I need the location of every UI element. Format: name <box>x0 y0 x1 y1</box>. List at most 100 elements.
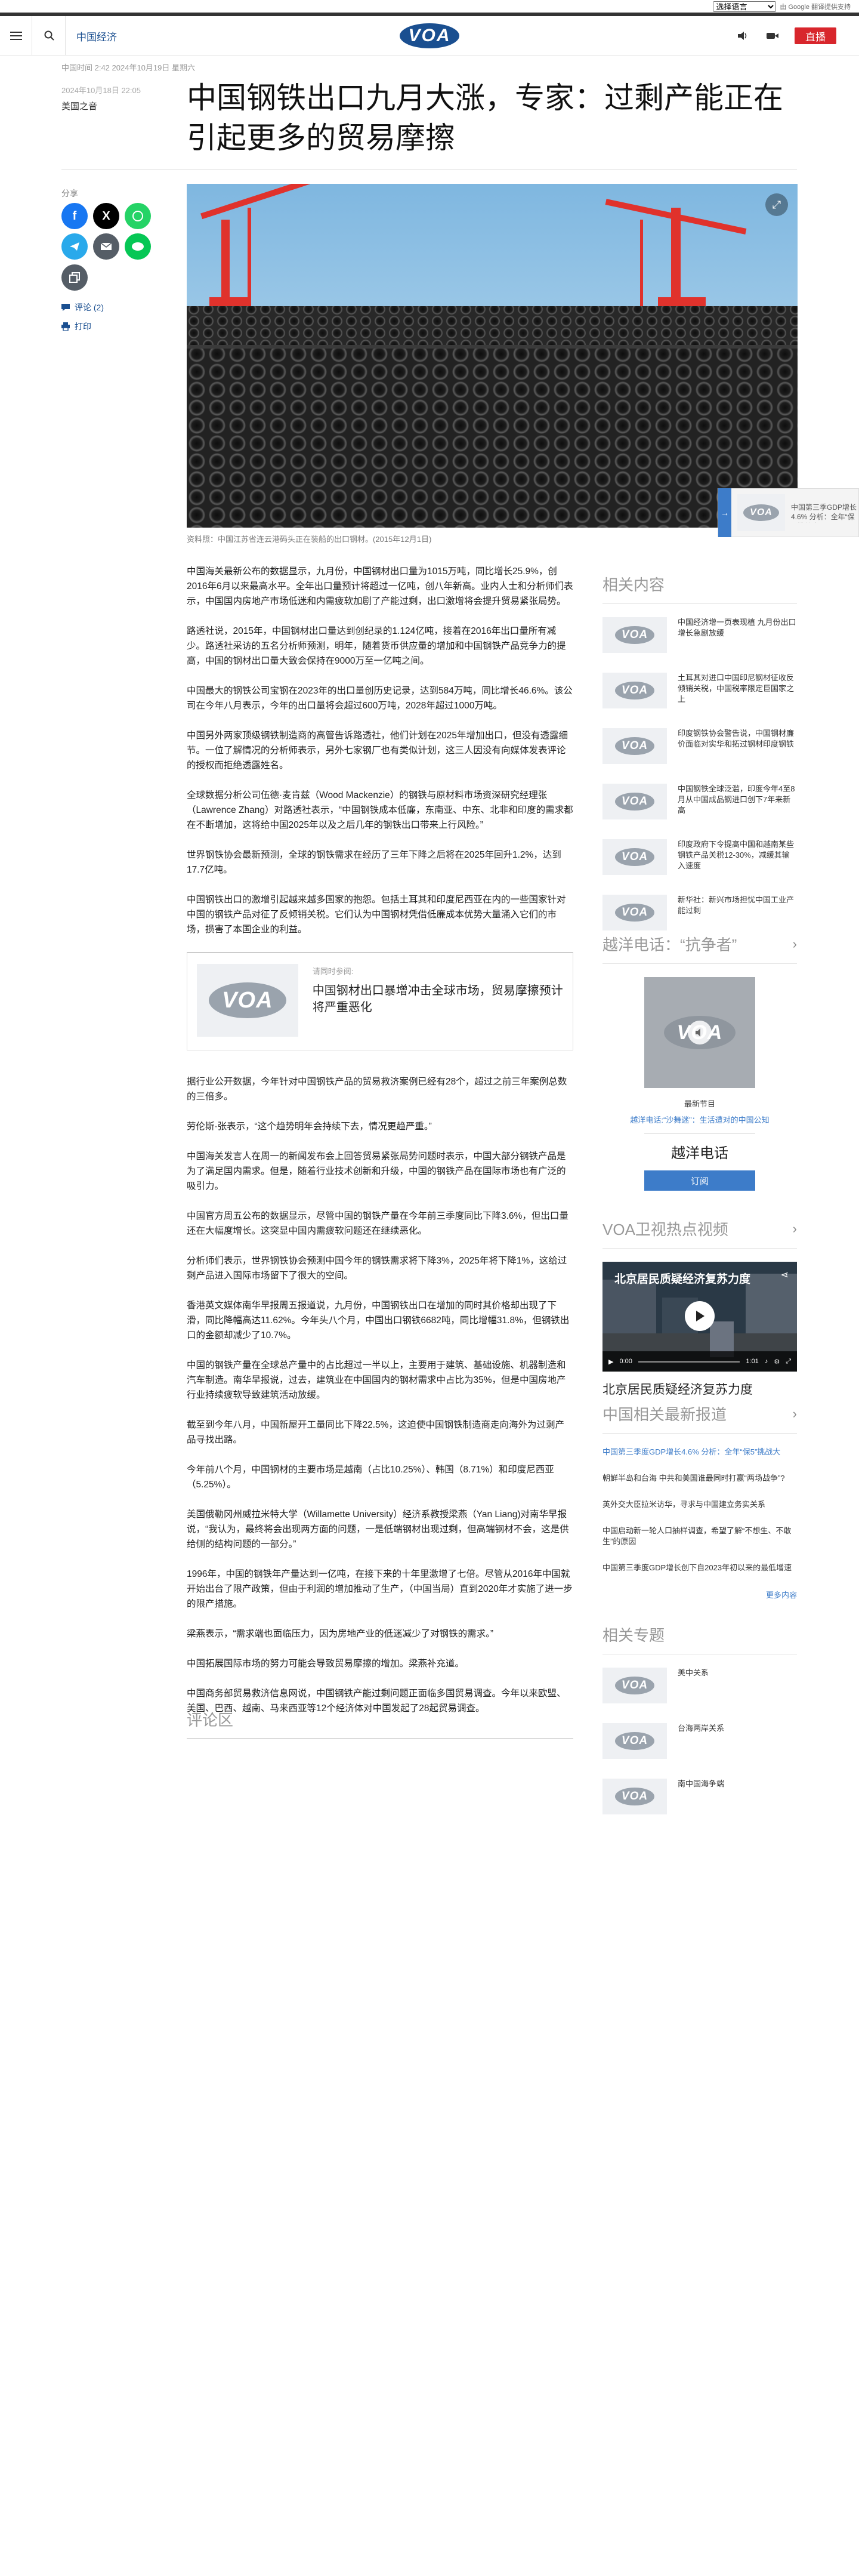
hamburger-icon <box>10 32 22 40</box>
related-item[interactable]: VOA 印度钢铁协会警告说，中国钢材廉价面临对实华和拓过钢材印度钢铁 <box>602 728 797 764</box>
video-heading[interactable]: VOA卫视热点视频 › <box>602 1218 797 1249</box>
related-thumbnail: VOA <box>602 728 667 764</box>
menu-button[interactable] <box>0 16 32 56</box>
news-item[interactable]: 中国第三季度GDP增长4.6% 分析：全年“保5”挑战大 <box>602 1447 797 1458</box>
volume-icon[interactable]: ♪ <box>765 1358 768 1365</box>
related-content-sidebar: 相关内容 VOA 中国经济增一页表现植 九月份出口增长急剧放缓 VOA 土耳其对进口… <box>602 573 797 950</box>
chevron-right-icon: › <box>792 936 797 951</box>
subscribe-button[interactable]: 订阅 <box>644 1170 755 1191</box>
related-thumbnail: VOA <box>602 617 667 653</box>
comments-link[interactable]: 评论 (2) <box>61 301 104 313</box>
section-link[interactable]: 中国经济 <box>76 16 117 56</box>
search-button[interactable] <box>33 16 66 56</box>
voa-logo-placeholder: VOA <box>615 682 654 700</box>
voa-logo-placeholder: VOA <box>615 1788 654 1805</box>
paragraph: 梁燕表示，“需求端也面临压力，因为房地产业的低迷减少了对钢铁的需求。” <box>187 1629 494 1639</box>
audio-button[interactable] <box>731 16 755 56</box>
current-date: 中国时间 2:42 2024年10月19日 星期六 <box>61 63 195 72</box>
related-item[interactable]: VOA 新华社：新兴市场担忧中国工业产能过剩 <box>602 895 797 930</box>
video-progress-bar[interactable] <box>638 1360 740 1363</box>
radio-heading[interactable]: 越洋电话：“抗争者” › <box>602 933 797 964</box>
live-button[interactable]: 直播 <box>795 27 836 44</box>
topic-item[interactable]: VOA 南中国海争端 <box>602 1779 797 1814</box>
related-thumbnail: VOA <box>602 839 667 875</box>
latest-episode-label: 最新节目 <box>684 1099 715 1108</box>
site-header: 中国经济 VOA 直播 <box>0 16 859 56</box>
language-select[interactable]: 选择语言 <box>713 1 777 12</box>
share-icon[interactable]: ⋖ <box>781 1269 789 1281</box>
line-share-button[interactable] <box>125 233 151 260</box>
related-thumbnail: VOA <box>602 673 667 708</box>
divider <box>61 169 797 170</box>
article-datetime: 2024年10月18日 22:05 <box>61 86 141 95</box>
related-item[interactable]: VOA 中国经济增一页表现植 九月份出口增长急剧放缓 <box>602 617 797 653</box>
related-item-title[interactable]: 印度钢铁协会警告说，中国钢材廉价面临对实华和拓过钢材印度钢铁 <box>678 728 797 750</box>
facebook-share-button[interactable]: f <box>61 203 88 229</box>
related-item[interactable]: VOA 土耳其对进口中国印尼钢材征收反倾销关税，中国税率限定巨国家之上 <box>602 673 797 708</box>
video-caption[interactable]: 北京居民质疑经济复苏力度 <box>602 1380 797 1398</box>
voa-logo-placeholder: VOA <box>208 982 286 1018</box>
latest-episode-link[interactable]: 越洋电话:“沙舞迷”：生活遭对的中国公知 <box>602 1114 797 1125</box>
related-item-title[interactable]: 新华社：新兴市场担忧中国工业产能过剩 <box>678 895 797 916</box>
paragraph: 中国钢铁出口的激增引起越来越多国家的抱怨。包括土耳其和印度尼西亚在内的一些国家针… <box>187 895 566 935</box>
paragraph: 今年前八个月，中国钢材的主要市场是越南（占比10.25%）、韩国（8.71%）和… <box>187 1465 554 1490</box>
play-small-icon[interactable]: ▶ <box>608 1358 613 1366</box>
video-button[interactable] <box>761 16 784 56</box>
print-link[interactable]: 打印 <box>61 321 91 332</box>
related-item-title[interactable]: 中国经济增一页表现植 九月份出口增长急剧放缓 <box>678 617 797 639</box>
paragraph: 香港英文媒体南华早报周五报道说，九月份，中国钢铁出口在增加的同时其价格却出现了下… <box>187 1301 570 1341</box>
related-article-label: 请同时参阅: <box>312 967 354 976</box>
x-share-button[interactable]: X <box>93 203 119 229</box>
whatsapp-share-button[interactable] <box>125 203 151 229</box>
floating-next-article[interactable]: → VOA 中国第三季GDP增长4.6% 分析：全年“保5”挑战大 <box>718 488 859 537</box>
video-overlay-title: 北京居民质疑经济复苏力度 <box>614 1273 751 1286</box>
voa-logo[interactable]: VOA <box>400 23 459 48</box>
related-item-title[interactable]: 印度政府下令提高中国和越南某些钢铁产品关税12-30%，减缓其输入速度 <box>678 839 797 871</box>
topic-thumbnail: VOA <box>602 1779 667 1814</box>
related-article-thumbnail: VOA <box>197 964 298 1037</box>
paragraph: 美国俄勒冈州威拉米特大学（Willamette University）经济系教授… <box>187 1509 569 1549</box>
news-item[interactable]: 英外交大臣拉米访华，寻求与中国建立务实关系 <box>602 1499 797 1510</box>
search-icon <box>44 30 54 41</box>
related-item-title[interactable]: 土耳其对进口中国印尼钢材征收反倾销关税，中国税率限定巨国家之上 <box>678 673 797 705</box>
related-article-card[interactable]: VOA 请同时参阅: 中国钢材出口暴增冲击全球市场，贸易摩擦预计将严重恶化 <box>187 952 573 1050</box>
related-item-title[interactable]: 中国钢铁全球泛滥，印度今年4至8月从中国成品钢进口创下7年来新高 <box>678 784 797 816</box>
news-item[interactable]: 中国第三季度GDP增长创下自2023年初以来的最低增速 <box>602 1563 797 1573</box>
fullscreen-icon[interactable]: ⤢ <box>786 1358 791 1366</box>
video-player[interactable]: 北京居民质疑经济复苏力度 ⋖ ▶ 0:00 1:01 ♪ ⚙ ⤢ <box>602 1262 797 1372</box>
latest-news-title: 中国相关最新报道 <box>602 1406 727 1423</box>
voa-logo-placeholder: VOA <box>615 626 654 644</box>
copy-icon <box>69 272 80 283</box>
envelope-icon <box>100 242 112 250</box>
copy-link-button[interactable] <box>61 264 88 291</box>
video-heading-title: VOA卫视热点视频 <box>602 1221 728 1238</box>
related-article-title[interactable]: 中国钢材出口暴增冲击全球市场，贸易摩擦预计将严重恶化 <box>313 982 563 1016</box>
related-item[interactable]: VOA 中国钢铁全球泛滥，印度今年4至8月从中国成品钢进口创下7年来新高 <box>602 784 797 819</box>
paragraph: 中国官方周五公布的数据显示，尽管中国的钢铁产量在今年前三季度同比下降3.6%，但… <box>187 1211 568 1236</box>
topic-title[interactable]: 美中关系 <box>678 1668 709 1678</box>
paragraph: 据行业公开数据，今年针对中国钢铁产品的贸易救济案例已经有28个，超过之前三年案例… <box>187 1077 567 1102</box>
settings-icon[interactable]: ⚙ <box>774 1358 780 1366</box>
news-item[interactable]: 朝鲜半岛和台海 中共和美国谁最同时打赢“两场战争”? <box>602 1473 797 1484</box>
topic-item[interactable]: VOA 美中关系 <box>602 1668 797 1703</box>
topic-title[interactable]: 台海两岸关系 <box>678 1723 724 1734</box>
email-share-button[interactable] <box>93 233 119 260</box>
floating-thumbnail: VOA <box>737 494 785 531</box>
related-thumbnail: VOA <box>602 895 667 930</box>
video-controls: ▶ 0:00 1:01 ♪ ⚙ ⤢ <box>602 1351 797 1372</box>
more-news-link[interactable]: 更多内容 <box>602 1589 797 1600</box>
radio-program-thumbnail[interactable]: VOA <box>644 977 755 1088</box>
voa-logo-placeholder: VOA <box>615 848 654 866</box>
topic-thumbnail: VOA <box>602 1668 667 1703</box>
topic-item[interactable]: VOA 台海两岸关系 <box>602 1723 797 1759</box>
video-camera-icon <box>767 33 778 39</box>
related-item[interactable]: VOA 印度政府下令提高中国和越南某些钢铁产品关税12-30%，减缓其输入速度 <box>602 839 797 875</box>
voa-logo-placeholder: VOA <box>615 904 654 922</box>
expand-image-button[interactable]: ⤢ <box>765 193 788 216</box>
news-item[interactable]: 中国启动新一轮人口抽样调查，希望了解“不想生、不敢生”的原因 <box>602 1526 797 1547</box>
latest-news-heading[interactable]: 中国相关最新报道 › <box>602 1403 797 1434</box>
topic-title[interactable]: 南中国海争端 <box>678 1779 724 1789</box>
play-button[interactable] <box>685 1301 715 1331</box>
paragraph: 中国海关最新公布的数据显示，九月份，中国钢材出口量为1015万吨，同比增长25.… <box>187 566 573 606</box>
telegram-share-button[interactable] <box>61 233 88 260</box>
